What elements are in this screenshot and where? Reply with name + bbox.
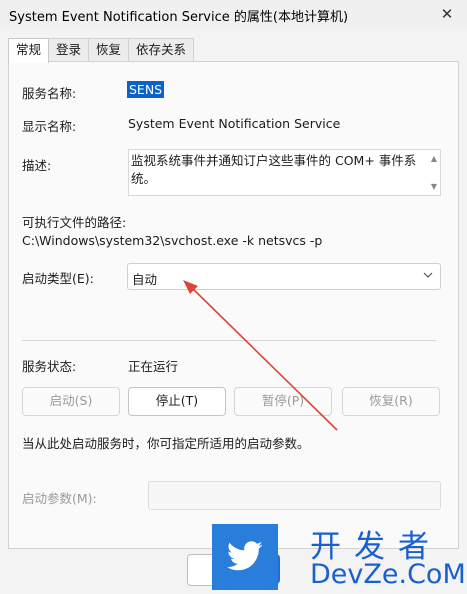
start-params-hint: 当从此处启动服务时，你可指定所适用的启动参数。 xyxy=(22,436,310,451)
start-button[interactable]: 启动(S) xyxy=(22,387,120,416)
exec-path-value[interactable]: C:\Windows\system32\svchost.exe -k netsv… xyxy=(22,233,322,248)
tab-recovery[interactable]: 恢复 xyxy=(88,38,130,61)
service-name-selection[interactable]: SENS xyxy=(127,81,165,98)
tab-logon[interactable]: 登录 xyxy=(48,38,90,61)
chevron-down-icon[interactable] xyxy=(422,268,434,285)
tab-dependencies[interactable]: 依存关系 xyxy=(128,38,195,61)
tab-general[interactable]: 常规 xyxy=(8,38,50,63)
start-params-input[interactable] xyxy=(148,481,441,510)
twitter-bird-icon xyxy=(212,524,278,590)
description-textbox[interactable]: 监视系统事件并通知订户这些事件的 COM+ 事件系统。 ▲ ▼ xyxy=(128,149,441,196)
service-status-label: 服务状态: xyxy=(22,359,77,374)
title-bar: System Event Notification Service 的属性(本地… xyxy=(0,0,467,28)
description-label: 描述: xyxy=(22,158,52,173)
pause-button[interactable]: 暂停(P) xyxy=(234,387,332,416)
tab-strip: 常规 登录 恢复 依存关系 xyxy=(8,38,195,63)
window-title: System Event Notification Service 的属性(本地… xyxy=(9,10,349,25)
startup-type-label: 启动类型(E): xyxy=(22,271,94,286)
display-name-label: 显示名称: xyxy=(22,119,77,134)
divider xyxy=(22,340,436,341)
close-icon: ✕ xyxy=(440,5,454,23)
exec-path-label: 可执行文件的路径: xyxy=(22,215,127,230)
service-name-value[interactable]: SENS xyxy=(127,81,165,98)
description-text: 监视系统事件并通知订户这些事件的 COM+ 事件系统。 xyxy=(131,153,417,186)
watermark: 开发者 DevZe.CoM xyxy=(212,521,467,594)
stop-button[interactable]: 停止(T) xyxy=(128,387,226,416)
scroll-down-icon[interactable]: ▼ xyxy=(431,182,437,191)
watermark-english: DevZe.CoM xyxy=(310,559,466,590)
close-button[interactable]: ✕ xyxy=(427,0,467,28)
start-params-label: 启动参数(M): xyxy=(22,491,97,506)
resume-button[interactable]: 恢复(R) xyxy=(342,387,440,416)
scroll-up-icon[interactable]: ▲ xyxy=(431,154,437,163)
startup-type-dropdown[interactable]: 自动 xyxy=(127,263,441,290)
service-status-value: 正在运行 xyxy=(128,359,179,374)
service-name-label: 服务名称: xyxy=(22,86,77,101)
startup-type-selected: 自动 xyxy=(132,272,158,287)
display-name-value[interactable]: System Event Notification Service xyxy=(128,116,340,131)
